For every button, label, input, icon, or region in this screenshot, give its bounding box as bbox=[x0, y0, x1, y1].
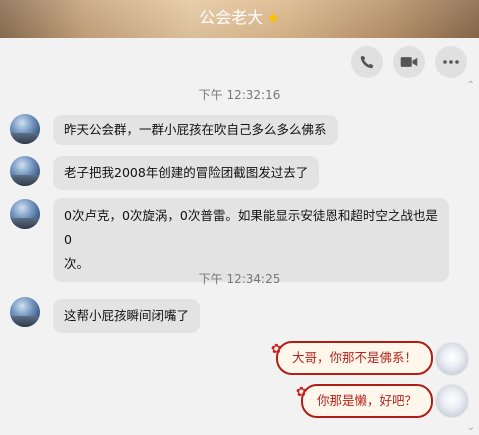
contact-avatar[interactable] bbox=[10, 199, 40, 229]
chat-header: 公会老大 ★ bbox=[0, 0, 479, 38]
my-message-bubble[interactable]: ✿ 你那是懒，好吧？ bbox=[296, 384, 433, 418]
message-text: 你那是懒，好吧？ bbox=[316, 393, 417, 408]
video-call-button[interactable] bbox=[393, 46, 425, 78]
timestamp: 下午 12:34:25 bbox=[198, 272, 281, 286]
contact-avatar[interactable] bbox=[10, 114, 40, 144]
voice-call-button[interactable] bbox=[351, 46, 383, 78]
scroll-down-arrow-icon[interactable]: ⌄ bbox=[467, 422, 475, 433]
my-message-bubble[interactable]: ✿ 大哥，你那不是佛系！ bbox=[271, 341, 433, 375]
message-text-line: 0次卢克，0次旋涡，0次普雷。如果能显示安徒恩和超时空之战也是0 bbox=[64, 208, 438, 247]
timestamp: 下午 12:32:16 bbox=[198, 88, 281, 102]
message-bubble[interactable]: 这帮小屁孩瞬间闭嘴了 bbox=[53, 299, 201, 333]
flower-decoration-icon: ✿ bbox=[270, 342, 282, 357]
chat-title: 公会老大 ★ bbox=[0, 0, 479, 38]
message-bubble[interactable]: 昨天公会群，一群小屁孩在吹自己多么多么佛系 bbox=[53, 115, 338, 145]
star-icon: ★ bbox=[266, 9, 280, 27]
my-avatar[interactable] bbox=[435, 342, 469, 376]
message-bubble[interactable]: 老子把我2008年创建的冒险团截图发过去了 bbox=[53, 156, 320, 190]
message-text: 老子把我2008年创建的冒险团截图发过去了 bbox=[64, 165, 309, 180]
phone-icon bbox=[360, 55, 374, 69]
message-text: 大哥，你那不是佛系！ bbox=[291, 350, 417, 365]
chat-title-text: 公会老大 bbox=[199, 8, 264, 27]
message-text: 昨天公会群，一群小屁孩在吹自己多么多么佛系 bbox=[64, 122, 327, 137]
more-icon bbox=[443, 60, 459, 64]
flower-decoration-icon: ✿ bbox=[295, 385, 307, 400]
video-icon bbox=[400, 57, 418, 67]
message-text: 这帮小屁孩瞬间闭嘴了 bbox=[64, 308, 190, 323]
chat-toolbar bbox=[351, 46, 467, 78]
contact-avatar[interactable] bbox=[10, 297, 40, 327]
more-options-button[interactable] bbox=[435, 46, 467, 78]
my-avatar[interactable] bbox=[435, 384, 469, 418]
contact-avatar[interactable] bbox=[10, 156, 40, 186]
